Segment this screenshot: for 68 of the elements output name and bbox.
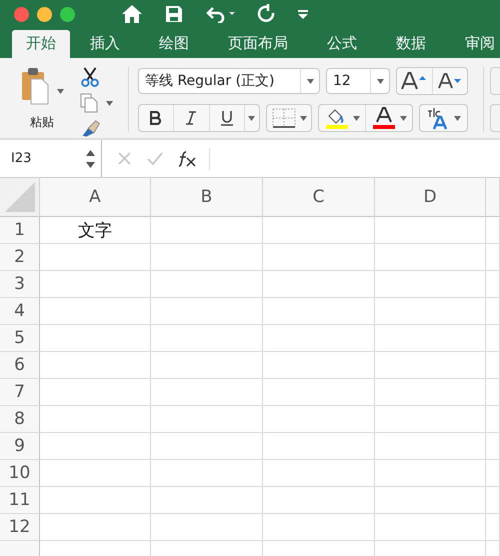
table-cell: [486, 433, 500, 460]
row-header[interactable]: 9: [0, 433, 40, 460]
format-painter-icon[interactable]: [80, 119, 102, 138]
home-icon[interactable]: [121, 4, 143, 24]
table-cell: [486, 379, 500, 406]
table-cell: [486, 217, 500, 244]
ribbon-tab[interactable]: 公式: [313, 30, 371, 58]
table-cell: [486, 298, 500, 325]
row-header[interactable]: 11: [0, 487, 40, 514]
ribbon-tab[interactable]: 开始: [12, 30, 70, 58]
table-cell: [486, 406, 500, 433]
clipboard-icon: [20, 67, 50, 105]
row-header[interactable]: 6: [0, 352, 40, 379]
name-box[interactable]: I23: [0, 140, 102, 177]
caret-icon: [352, 116, 360, 120]
caret-icon: [56, 89, 64, 94]
cut-icon[interactable]: [80, 67, 100, 88]
caret-icon: [248, 116, 256, 120]
row-header[interactable]: 3: [0, 271, 40, 298]
row-header[interactable]: 12: [0, 514, 40, 541]
customize-icon[interactable]: [297, 9, 309, 19]
row-header[interactable]: 10: [0, 460, 40, 487]
ribbon-tab[interactable]: 插入: [76, 30, 134, 58]
column-header[interactable]: D: [375, 178, 486, 217]
ribbon-tab[interactable]: 绘图: [145, 30, 203, 58]
caret-icon: [400, 116, 406, 120]
table-cell: [486, 460, 500, 487]
caret-icon: [376, 78, 384, 84]
row-header[interactable]: 5: [0, 325, 40, 352]
table-cell: [486, 514, 500, 541]
table-cell: [486, 325, 500, 352]
copy-button[interactable]: [80, 93, 113, 114]
bold-icon: [150, 111, 162, 125]
row-header[interactable]: 4: [0, 298, 40, 325]
column-header[interactable]: B: [151, 178, 263, 217]
paint-bucket-icon: [324, 107, 348, 129]
column-header[interactable]: A: [40, 178, 151, 217]
spinner-icon[interactable]: [86, 148, 95, 168]
font-name-dropdown[interactable]: 等线 Regular (正文): [138, 68, 320, 94]
caret-icon: [306, 78, 314, 84]
font-color-icon: [372, 107, 396, 129]
underline-icon: [220, 110, 233, 126]
row-header[interactable]: 2: [0, 244, 40, 271]
paste-button[interactable]: 粘贴: [12, 67, 72, 138]
table-cell: [486, 487, 500, 514]
minimize-button[interactable]: [37, 6, 52, 22]
insert-function-icon[interactable]: [179, 150, 197, 166]
table-cell: 文字: [40, 217, 151, 244]
column-header[interactable]: C: [263, 178, 375, 217]
row-header[interactable]: 7: [0, 379, 40, 406]
ribbon-tab[interactable]: 页面布局: [214, 30, 302, 58]
ribbon-tab[interactable]: 数据: [382, 30, 440, 58]
ribbon-tab[interactable]: 审阅: [451, 30, 500, 58]
caret-icon: [106, 100, 113, 106]
font-size-dropdown[interactable]: 12: [326, 68, 390, 94]
redo-icon[interactable]: [257, 4, 275, 24]
caret-icon: [454, 116, 461, 120]
table-cell: [486, 271, 500, 298]
row-header[interactable]: 8: [0, 406, 40, 433]
zoom-button[interactable]: [60, 6, 75, 22]
text-style-icon: [426, 106, 450, 130]
table-cell: [486, 244, 500, 271]
caret-icon: [300, 116, 306, 120]
table-cell: [486, 352, 500, 379]
undo-icon[interactable]: [205, 5, 235, 23]
italic-icon: [186, 111, 196, 125]
save-icon[interactable]: [165, 5, 183, 23]
row-header[interactable]: 1: [0, 217, 40, 244]
